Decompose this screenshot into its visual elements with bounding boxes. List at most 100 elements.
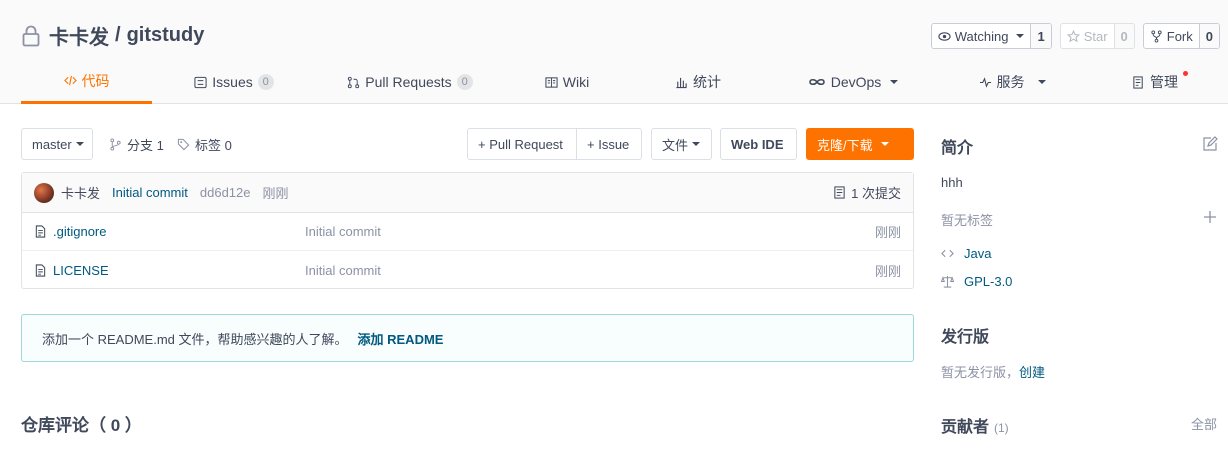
- contributors-title: 贡献者: [941, 419, 990, 436]
- branches-link[interactable]: 分支 1: [109, 128, 164, 160]
- stats-icon: [676, 77, 687, 88]
- repo-description: hhh: [941, 175, 963, 190]
- tags-count: 标签 0: [195, 137, 232, 153]
- tab-label: Issues: [212, 74, 253, 90]
- avatar[interactable]: [34, 182, 54, 203]
- repo-name-link[interactable]: gitstudy: [127, 24, 205, 47]
- fork-button[interactable]: Fork 0: [1142, 23, 1220, 49]
- new-pull-request-button[interactable]: + Pull Request: [467, 128, 577, 160]
- file-dropdown[interactable]: 文件: [651, 128, 712, 160]
- file-time: 刚刚: [874, 263, 901, 279]
- repo-title: 卡卡发 / gitstudy: [22, 21, 204, 50]
- wiki-icon: [545, 76, 558, 88]
- release-info: 暂无发行版，创建: [941, 362, 1045, 381]
- release-title: 发行版: [941, 329, 990, 346]
- clone-label: 克隆/下载: [817, 137, 873, 153]
- repo-separator: /: [115, 24, 121, 46]
- tab-pull-requests[interactable]: Pull Requests 0: [340, 60, 480, 104]
- issues-count-badge: 0: [257, 74, 274, 90]
- chevron-down-icon: [880, 142, 889, 146]
- star-count[interactable]: 0: [1114, 24, 1134, 48]
- clone-download-button[interactable]: 克隆/下载: [806, 128, 914, 160]
- star-icon: [1066, 29, 1080, 42]
- notification-dot: [1183, 71, 1188, 76]
- tab-label: DevOps: [830, 74, 882, 90]
- tab-label: 统计: [693, 74, 721, 90]
- pull-request-icon: [348, 76, 360, 88]
- tab-label: Wiki: [562, 74, 590, 90]
- edit-icon[interactable]: [1202, 136, 1218, 152]
- code-icon: [63, 75, 77, 86]
- star-button[interactable]: Star 0: [1059, 23, 1135, 49]
- add-readme-link[interactable]: 添加 README: [358, 329, 444, 348]
- watch-label: Watching: [954, 28, 1009, 44]
- tab-label: 服务: [996, 74, 1025, 90]
- file-row[interactable]: .gitignore Initial commit 刚刚: [22, 213, 913, 251]
- commit-count: 1 次提交: [851, 186, 901, 201]
- new-issue-button[interactable]: + Issue: [576, 128, 642, 160]
- service-icon: [979, 76, 991, 88]
- contributors-header: 贡献者 (1): [941, 413, 1009, 437]
- fork-count[interactable]: 0: [1199, 24, 1219, 48]
- add-tag-icon[interactable]: [1203, 210, 1217, 224]
- file-commit-message[interactable]: Initial commit: [305, 263, 381, 278]
- license-link[interactable]: GPL-3.0: [964, 274, 1012, 289]
- file-row[interactable]: LICENSE Initial commit 刚刚: [22, 251, 913, 289]
- license-item: GPL-3.0: [941, 274, 1012, 289]
- tab-label: 代码: [81, 72, 110, 89]
- file-name[interactable]: .gitignore: [53, 224, 106, 239]
- tab-issues[interactable]: Issues 0: [184, 60, 284, 104]
- star-label: Star: [1083, 28, 1108, 44]
- readme-tip: 添加一个 README.md 文件，帮助感兴趣的人了解。 添加 README: [21, 314, 914, 362]
- eye-icon: [938, 31, 951, 41]
- latest-commit-row: 卡卡发 Initial commit dd6d12e 刚刚 1 次提交: [22, 173, 913, 213]
- language-link[interactable]: Java: [964, 246, 991, 261]
- watch-count[interactable]: 1: [1031, 24, 1051, 48]
- branches-count: 分支 1: [127, 137, 164, 153]
- fork-label: Fork: [1166, 28, 1193, 44]
- repo-owner-link[interactable]: 卡卡发: [49, 21, 109, 50]
- all-contributors-link[interactable]: 全部: [1191, 414, 1217, 433]
- repo-header: 卡卡发 / gitstudy Watching 1 Star 0 Fork 0: [0, 0, 1228, 104]
- commit-author[interactable]: 卡卡发: [61, 183, 100, 202]
- tags-link[interactable]: 标签 0: [177, 128, 232, 160]
- repo-tabs: 代码 Issues 0 Pull Requests 0 Wiki 统计 DevO…: [0, 60, 1228, 104]
- scale-icon: [941, 275, 954, 288]
- chevron-down-icon: [75, 142, 84, 146]
- branch-label: master: [32, 136, 72, 152]
- branch-select[interactable]: master: [21, 128, 93, 160]
- chevron-down-icon: [692, 142, 701, 146]
- chevron-down-icon: [890, 80, 899, 84]
- commits-icon: [834, 186, 845, 199]
- language-item: Java: [941, 246, 991, 261]
- commit-hash[interactable]: dd6d12e: [200, 185, 251, 200]
- file-time: 刚刚: [874, 225, 901, 240]
- tab-wiki[interactable]: Wiki: [532, 60, 602, 104]
- commit-message[interactable]: Initial commit: [112, 185, 188, 200]
- contributors-count: (1): [994, 421, 1009, 435]
- watch-button[interactable]: Watching 1: [930, 23, 1052, 49]
- commit-count-link[interactable]: 1 次提交: [833, 183, 901, 202]
- devops-icon: [808, 78, 825, 86]
- tab-stats[interactable]: 统计: [663, 60, 733, 104]
- web-ide-button[interactable]: Web IDE: [720, 128, 797, 160]
- branch-icon: [110, 137, 121, 151]
- tab-label: 管理: [1150, 74, 1178, 90]
- code-icon: [941, 249, 954, 258]
- file-browser: 卡卡发 Initial commit dd6d12e 刚刚 1 次提交 .git…: [21, 172, 914, 289]
- intro-title: 简介: [941, 140, 974, 157]
- fork-icon: [1151, 29, 1162, 43]
- file-name[interactable]: LICENSE: [53, 263, 109, 278]
- no-tags-text: 暂无标签: [941, 213, 994, 228]
- tab-service[interactable]: 服务: [968, 60, 1056, 104]
- manage-icon: [1133, 75, 1143, 89]
- tab-manage[interactable]: 管理: [1120, 60, 1190, 104]
- readme-tip-text: 添加一个 README.md 文件，帮助感兴趣的人了解。: [42, 331, 348, 347]
- file-commit-message[interactable]: Initial commit: [305, 224, 381, 239]
- create-release-link[interactable]: 创建: [1019, 365, 1045, 380]
- lock-icon: [22, 25, 40, 46]
- tab-devops[interactable]: DevOps: [800, 60, 906, 104]
- no-release-text: 暂无发行版，: [941, 365, 1020, 380]
- chevron-down-icon: [1037, 80, 1046, 84]
- tab-code[interactable]: 代码: [21, 60, 152, 104]
